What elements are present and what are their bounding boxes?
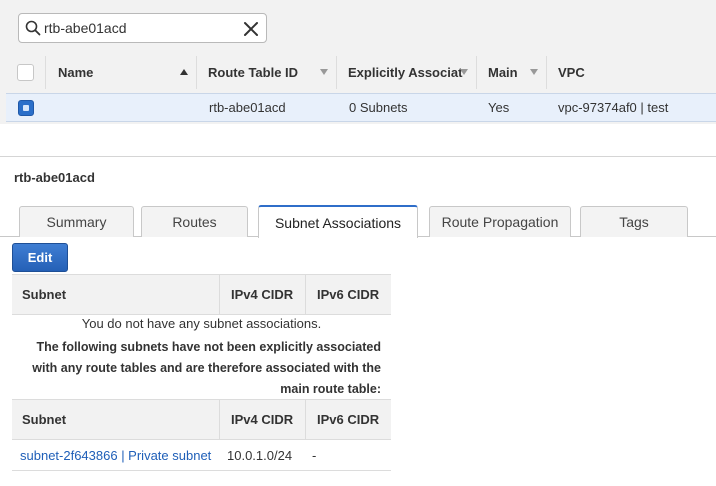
row-select-cell	[6, 99, 46, 116]
unassociated-subnets-header: Subnet IPv4 CIDR IPv6 CIDR	[12, 399, 391, 440]
column-header-name[interactable]: Name	[46, 56, 197, 89]
column-header-subnet: Subnet	[12, 400, 220, 439]
sort-descending-icon[interactable]	[320, 69, 328, 75]
sort-descending-icon[interactable]	[460, 69, 468, 75]
cell-vpc: vpc-97374af0 | test	[558, 100, 669, 115]
subnet-link[interactable]: subnet-2f643866 | Private subnet	[12, 448, 220, 463]
column-header-ipv4: IPv4 CIDR	[220, 275, 306, 314]
column-label: Explicitly Associat	[348, 65, 463, 80]
column-header-explicit-assoc[interactable]: Explicitly Associat	[337, 56, 477, 89]
search-input[interactable]	[44, 15, 234, 41]
resource-list-panel: Name Route Table ID Explicitly Associat …	[0, 0, 716, 124]
detail-tabs: Summary Routes Subnet Associations Route…	[0, 205, 716, 238]
implicit-association-note: The following subnets have not been expl…	[12, 337, 381, 400]
search-icon	[22, 13, 44, 43]
detail-title: rtb-abe01acd	[14, 170, 95, 185]
cell-ipv6-cidr: -	[312, 448, 317, 463]
empty-state-message: You do not have any subnet associations.	[81, 316, 322, 331]
cell-main: Yes	[488, 100, 510, 115]
column-label: Name	[58, 65, 94, 80]
column-label: Main	[488, 65, 518, 80]
column-header-main[interactable]: Main	[477, 56, 547, 89]
grid-header: Name Route Table ID Explicitly Associat …	[6, 56, 716, 89]
search-box[interactable]	[18, 13, 267, 43]
select-all-checkbox[interactable]	[17, 64, 34, 81]
column-label: Route Table ID	[208, 65, 299, 80]
column-header-ipv4: IPv4 CIDR	[220, 400, 306, 439]
tab-summary[interactable]: Summary	[19, 206, 134, 237]
tab-tags[interactable]: Tags	[580, 206, 688, 237]
panel-divider[interactable]	[0, 156, 716, 157]
select-all-column	[6, 56, 46, 89]
note-line: with any route tables and are therefore …	[32, 361, 381, 375]
sort-ascending-icon[interactable]	[180, 69, 188, 75]
column-header-ipv6: IPv6 CIDR	[317, 287, 380, 302]
tab-routes[interactable]: Routes	[141, 206, 248, 237]
tab-subnet-associations[interactable]: Subnet Associations	[258, 205, 418, 238]
cell-explicit-assoc: 0 Subnets	[349, 100, 408, 115]
associated-subnets-header: Subnet IPv4 CIDR IPv6 CIDR	[12, 274, 391, 315]
note-line: The following subnets have not been expl…	[36, 340, 381, 354]
row-checkbox[interactable]	[18, 99, 34, 116]
note-line: main route table:	[280, 382, 381, 396]
close-icon[interactable]	[242, 20, 260, 38]
column-header-ipv6: IPv6 CIDR	[317, 412, 380, 427]
table-row[interactable]: rtb-abe01acd 0 Subnets Yes vpc-97374af0 …	[6, 93, 716, 122]
column-header-vpc[interactable]: VPC	[547, 56, 716, 89]
tab-route-propagation[interactable]: Route Propagation	[429, 206, 571, 237]
table-row: subnet-2f643866 | Private subnet 10.0.1.…	[12, 441, 391, 471]
column-label: VPC	[558, 65, 585, 80]
edit-button[interactable]: Edit	[12, 243, 68, 272]
column-header-route-table-id[interactable]: Route Table ID	[197, 56, 337, 89]
sort-descending-icon[interactable]	[530, 69, 538, 75]
cell-route-table-id: rtb-abe01acd	[209, 100, 286, 115]
column-header-subnet: Subnet	[12, 275, 220, 314]
cell-ipv4-cidr: 10.0.1.0/24	[227, 448, 293, 463]
